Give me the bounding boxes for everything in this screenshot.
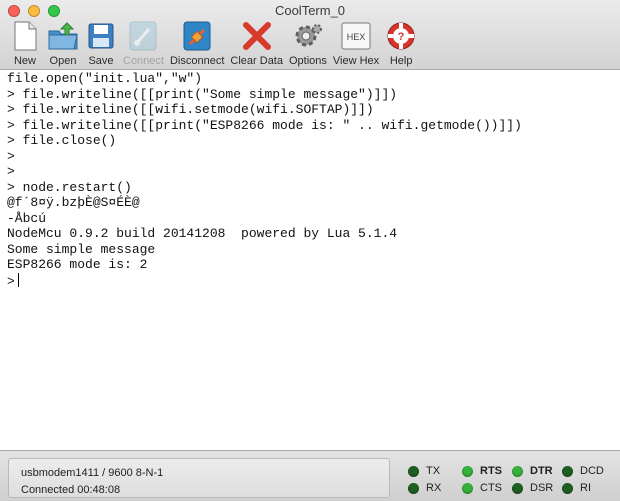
terminal-line: > file.close(): [7, 133, 117, 148]
disconnect-label: Disconnect: [169, 55, 225, 67]
terminal-line: > file.writeline([[print("ESP8266 mode i…: [7, 117, 522, 133]
save-button[interactable]: Save: [82, 20, 120, 68]
terminal-line: Some simple message: [7, 241, 156, 257]
help-lifebuoy-icon: ?: [385, 20, 417, 52]
hex-icon-text: HEX: [347, 32, 366, 42]
signal-dtr-label: DTR: [530, 465, 553, 477]
dtr-led: [512, 465, 523, 477]
save-label: Save: [88, 55, 114, 67]
open-folder-icon: [47, 20, 79, 52]
terminal-output[interactable]: file.open("init.lua","w") > file.writeli…: [0, 70, 620, 450]
signal-rts-label: RTS: [480, 465, 502, 477]
text-cursor: [17, 272, 19, 287]
new-document-icon: [9, 20, 41, 52]
title-toolbar: CoolTerm_0 New Open Save Connect Disconn…: [0, 0, 620, 70]
view-hex-label: View Hex: [332, 55, 380, 67]
toolbar: New Open Save Connect Disconnect Clear D…: [6, 20, 420, 68]
view-hex-button[interactable]: HEX View Hex: [330, 20, 382, 68]
save-floppy-icon: [85, 20, 117, 52]
signal-dsr-label: DSR: [530, 482, 554, 494]
signal-dcd: DCD: [562, 465, 604, 477]
dcd-led: [562, 465, 573, 477]
signal-ri: RI: [562, 482, 591, 494]
signal-rx: RX: [408, 482, 441, 494]
open-label: Open: [49, 55, 77, 67]
connection-status: Connected 00:48:08: [21, 484, 121, 496]
connection-info: usbmodem1411 / 9600 8-N-1 Connected 00:4…: [8, 458, 390, 498]
new-button[interactable]: New: [6, 20, 44, 68]
terminal-line: > node.restart(): [7, 179, 132, 195]
signal-cts: CTS: [462, 482, 502, 494]
options-label: Options: [288, 55, 327, 67]
tx-led: [408, 465, 419, 477]
terminal-line: > file.writeline([[wifi.setmode(wifi.SOF…: [7, 102, 374, 117]
signal-dcd-label: DCD: [580, 465, 604, 477]
open-button[interactable]: Open: [44, 20, 82, 68]
ri-led: [562, 482, 573, 494]
window-title: CoolTerm_0: [274, 3, 346, 18]
clear-data-label: Clear Data: [230, 55, 283, 67]
dsr-led: [512, 482, 523, 494]
help-button[interactable]: ? Help: [382, 20, 420, 68]
clear-data-button[interactable]: Clear Data: [227, 20, 286, 68]
options-gear-icon: [292, 20, 324, 52]
terminal-line: > file.writeline([[print("Some simple me…: [7, 86, 398, 102]
signal-rx-label: RX: [426, 482, 442, 494]
clear-data-icon: [241, 20, 273, 52]
signal-tx-label: TX: [426, 465, 441, 477]
terminal-line: NodeMcu 0.9.2 build 20141208 powered by …: [7, 226, 398, 241]
connect-button[interactable]: Connect: [120, 20, 167, 68]
terminal-prompt: >: [7, 273, 15, 289]
connect-label: Connect: [123, 55, 164, 67]
svg-text:?: ?: [398, 31, 405, 43]
terminal-line: file.open("init.lua","w"): [7, 71, 203, 86]
signal-dtr[interactable]: DTR: [512, 465, 553, 477]
status-bar: usbmodem1411 / 9600 8-N-1 Connected 00:4…: [0, 450, 620, 501]
coolterm-window: CoolTerm_0 New Open Save Connect Disconn…: [0, 0, 620, 501]
hex-icon: HEX: [340, 20, 372, 52]
rx-led: [408, 482, 419, 494]
terminal-prompt-line[interactable]: >: [7, 272, 620, 289]
signal-tx: TX: [408, 465, 440, 477]
cts-led: [462, 482, 473, 494]
signal-cts-label: CTS: [480, 482, 502, 494]
terminal-line: >: [7, 164, 15, 179]
signal-dsr: DSR: [512, 482, 553, 494]
connect-icon: [127, 20, 159, 52]
help-label: Help: [389, 55, 413, 67]
disconnect-button[interactable]: Disconnect: [167, 20, 227, 68]
port-settings: usbmodem1411 / 9600 8-N-1: [21, 467, 164, 479]
signal-ri-label: RI: [580, 482, 591, 494]
terminal-line: >: [7, 148, 15, 164]
signal-rts[interactable]: RTS: [462, 465, 502, 477]
terminal-line: -Åbcú: [7, 210, 47, 226]
rts-led: [462, 465, 473, 477]
terminal-line: ESP8266 mode is: 2: [7, 257, 148, 272]
options-button[interactable]: Options: [286, 20, 330, 68]
disconnect-icon: [181, 20, 213, 52]
new-label: New: [13, 55, 36, 67]
terminal-line: @f´8¤ÿ.bzþÈ@S¤ÉÈ@: [7, 195, 140, 210]
